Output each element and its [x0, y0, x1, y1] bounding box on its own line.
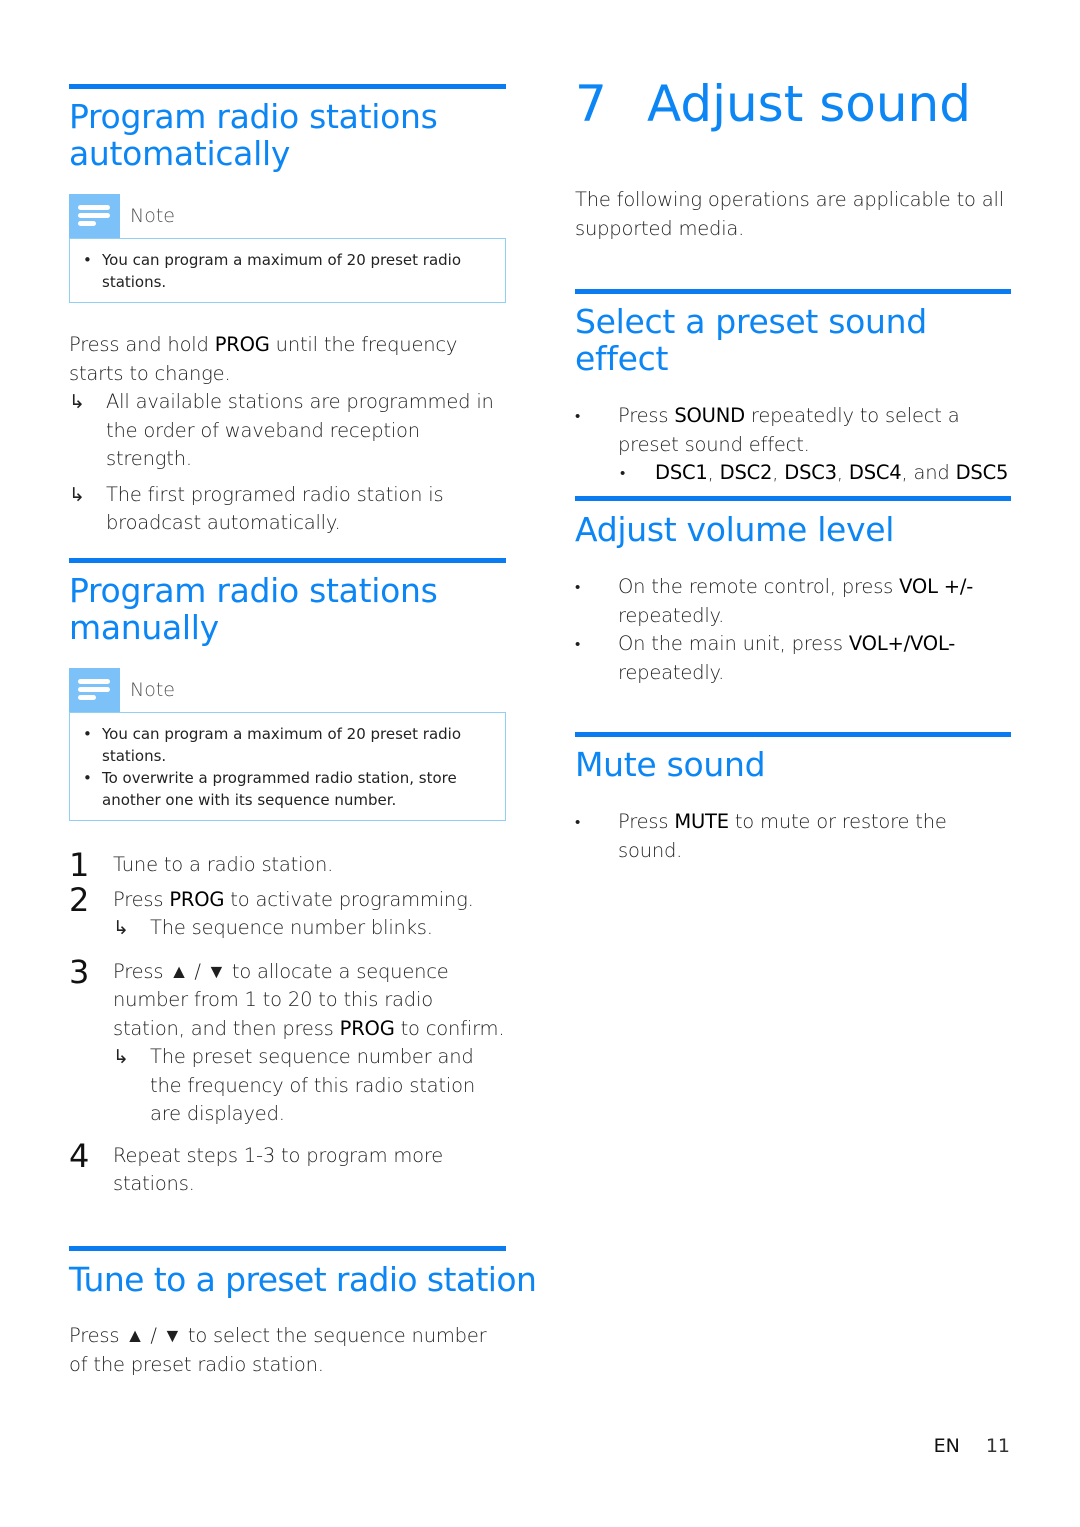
bullet-item: • On the main unit, press VOL+/VOL- repe… — [575, 632, 956, 684]
result-item: ↳ The sequence number blinks. — [113, 914, 506, 943]
section-rule — [69, 558, 506, 563]
section-rule — [575, 289, 1011, 294]
auto-instructions: Press and hold PROG until the frequency … — [69, 331, 506, 538]
section-rule — [575, 732, 1011, 737]
note-item: You can program a maximum of 20 preset r… — [80, 249, 495, 293]
note-item: To overwrite a programmed radio station,… — [80, 767, 495, 811]
chapter-title: Adjust sound — [647, 75, 971, 133]
result-arrow-icon: ↳ — [69, 483, 85, 506]
step-item: 1 Tune to a radio station. — [69, 846, 334, 884]
note-icon — [69, 194, 120, 238]
note-content: You can program a maximum of 20 preset r… — [69, 238, 506, 303]
section-title: Mute sound — [575, 745, 766, 784]
note-label: Note — [130, 205, 175, 227]
step-number: 4 — [69, 1136, 90, 1175]
note-box: Note You can program a maximum of 20 pre… — [69, 194, 506, 303]
bullet-icon: • — [620, 464, 626, 482]
instruction-text: Press and hold PROG until the frequency … — [69, 333, 458, 385]
chapter-intro: The following operations are applicable … — [575, 188, 1004, 240]
bullet-item: • Press MUTE to mute or restore the soun… — [575, 810, 947, 862]
result-arrow-icon: ↳ — [113, 917, 129, 939]
section-program-manual: Program radio stations manually Note You… — [69, 558, 506, 1199]
step-item: 3 Press ▲ / ▼ to allocate a sequence num… — [69, 954, 506, 1129]
note-box: Note You can program a maximum of 20 pre… — [69, 668, 506, 821]
section-title: Tune to a preset radio station — [69, 1260, 537, 1299]
result-arrow-icon: ↳ — [69, 391, 85, 413]
result-item: ↳ All available stations are programmed … — [69, 390, 494, 470]
language-code: EN — [933, 1435, 960, 1457]
step-item: 2 Press PROG to activate programming. ↳ … — [69, 882, 506, 943]
bullet-icon: • — [575, 578, 581, 596]
page-footer: EN 11 — [934, 1435, 1010, 1457]
section-title: Adjust volume level — [575, 510, 895, 549]
section-adjust-volume: Adjust volume level • On the remote cont… — [575, 496, 1011, 687]
chapter-number: 7 — [575, 75, 607, 133]
section-rule — [69, 84, 506, 89]
section-mute-sound: Mute sound • Press MUTE to mute or resto… — [575, 732, 1011, 865]
bullet-icon: • — [575, 635, 581, 653]
steps-list: 1 Tune to a radio station. 2 Press PROG … — [69, 846, 506, 1199]
note-header: Note — [69, 194, 506, 238]
section-preset-sound: Select a preset sound effect • Press SOU… — [575, 289, 1011, 488]
section-title: Program radio stations manually — [69, 571, 438, 647]
step-number: 3 — [69, 952, 90, 991]
tune-instruction: Press ▲ / ▼ to select the sequence numbe… — [69, 1324, 487, 1376]
bullet-icon: • — [575, 407, 581, 425]
section-tune-preset: Tune to a preset radio station Press ▲ /… — [69, 1246, 537, 1379]
chapter-heading: 7 Adjust sound — [575, 76, 971, 132]
step-item: 4 Repeat steps 1-3 to program more stati… — [69, 1136, 444, 1196]
note-header: Note — [69, 668, 506, 712]
step-number: 1 — [69, 846, 90, 884]
step-number: 2 — [69, 880, 90, 919]
note-label: Note — [130, 679, 175, 701]
bullet-icon: • — [575, 813, 581, 831]
bullet-item: • On the remote control, press VOL +/- r… — [575, 575, 974, 627]
section-title: Select a preset sound effect — [575, 302, 927, 378]
result-arrow-icon: ↳ — [113, 1046, 129, 1068]
note-icon — [69, 668, 120, 712]
sub-bullet-item: • DSC1, DSC2, DSC3, DSC4, and DSC5 — [618, 459, 1011, 488]
section-rule — [575, 496, 1011, 501]
note-item: You can program a maximum of 20 preset r… — [80, 723, 495, 767]
result-item: ↳ The first programed radio station is b… — [69, 482, 444, 535]
section-title: Program radio stations automatically — [69, 97, 438, 173]
note-content: You can program a maximum of 20 preset r… — [69, 712, 506, 821]
bullet-item: • Press SOUND repeatedly to select a pre… — [575, 402, 1011, 488]
section-program-auto: Program radio stations automatically Not… — [69, 84, 506, 538]
page-number: 11 — [985, 1435, 1010, 1457]
section-rule — [69, 1246, 506, 1251]
result-item: ↳ The preset sequence number and the fre… — [113, 1045, 475, 1125]
